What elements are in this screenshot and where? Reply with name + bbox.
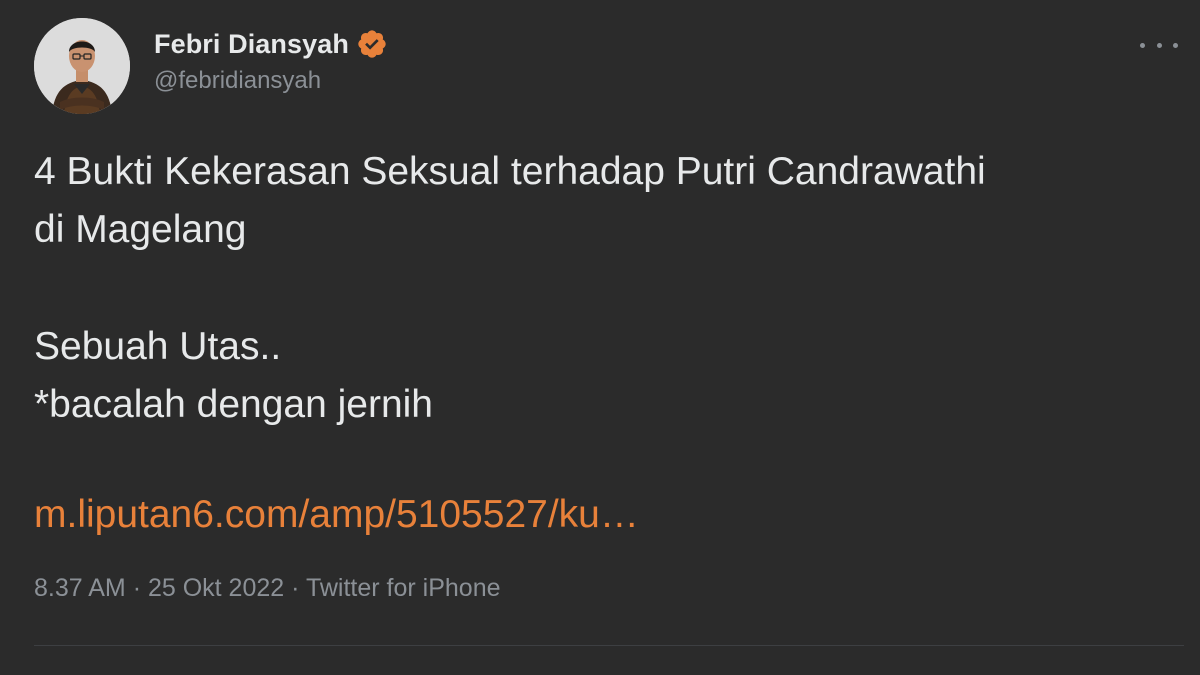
tweet-text-line: 4 Bukti Kekerasan Seksual terhadap Putri…	[34, 150, 986, 193]
verified-badge-icon	[356, 28, 388, 60]
tweet-link[interactable]: m.liputan6.com/amp/5105527/ku…	[34, 491, 639, 539]
author-display-name[interactable]: Febri Diansyah	[154, 29, 349, 60]
avatar[interactable]	[34, 18, 130, 114]
meta-separator: ·	[132, 574, 142, 602]
tweet-text-line: di Magelang	[34, 208, 247, 251]
tweet-time[interactable]: 8.37 AM	[34, 574, 126, 602]
divider	[34, 645, 1184, 646]
more-dot	[1140, 42, 1145, 48]
meta-separator: ·	[291, 574, 300, 602]
more-options-icon[interactable]	[1140, 34, 1178, 56]
tweet-text-line: *bacalah dengan jernih	[34, 383, 433, 426]
avatar-image	[34, 18, 130, 114]
tweet: Febri Diansyah @febridiansyah 4 Bukti Ke…	[0, 0, 1200, 675]
more-dot	[1173, 42, 1178, 48]
author-handle[interactable]: @febridiansyah	[154, 67, 321, 95]
tweet-source[interactable]: Twitter for iPhone	[306, 574, 501, 602]
tweet-meta: 8.37 AM · 25 Okt 2022 · Twitter for iPho…	[34, 572, 501, 604]
tweet-text-line: Sebuah Utas..	[34, 325, 282, 368]
author-name-row: Febri Diansyah	[154, 27, 388, 61]
tweet-date[interactable]: 25 Okt 2022	[148, 574, 284, 602]
more-dot	[1156, 42, 1162, 48]
